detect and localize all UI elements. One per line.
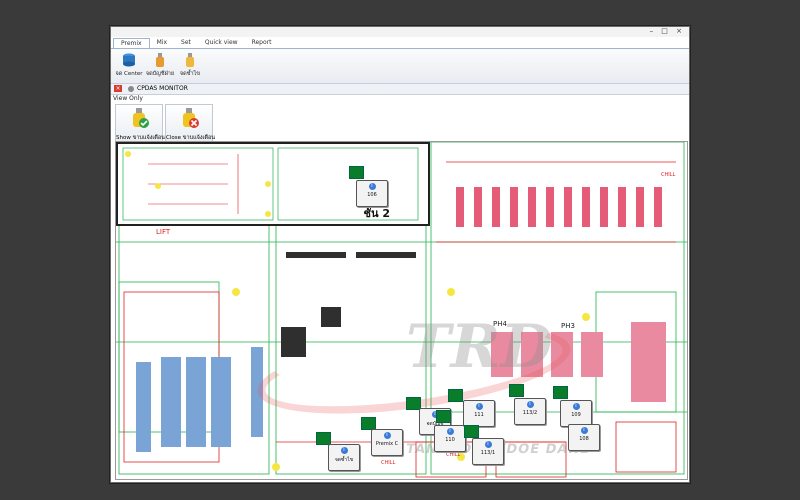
machine-bubble-109[interactable]: i 109	[560, 400, 592, 427]
monitor-icon	[128, 86, 134, 92]
map-label-chill-1: CHILL	[661, 172, 676, 178]
tab-report[interactable]: Report	[245, 38, 279, 48]
floor2-inset: ชั้น 2 i 106	[116, 142, 430, 226]
show-alert-button[interactable]: Show ขาบแจ้งเตือน	[115, 104, 165, 142]
tab-mix[interactable]: Mix	[150, 38, 174, 48]
machine-bubble-108[interactable]: i 108	[568, 424, 600, 451]
alert-marker[interactable]	[509, 384, 524, 397]
machine-bubble-113-1[interactable]: i 113/1	[472, 438, 504, 465]
db-icon	[123, 53, 135, 67]
repeat-button[interactable]: จดซ้ำไข	[175, 51, 205, 81]
view-only-label: View Only	[113, 95, 143, 102]
alert-marker[interactable]	[448, 389, 463, 402]
subwindow-title: CPDAS MONITOR	[137, 85, 188, 92]
info-icon: i	[383, 432, 391, 439]
tab-quick-view[interactable]: Quick view	[198, 38, 245, 48]
info-icon: i	[475, 403, 483, 410]
info-icon: i	[580, 427, 588, 434]
info-icon: i	[484, 441, 492, 448]
info-icon: i	[446, 428, 454, 435]
map-label-ph4: PH4	[493, 320, 507, 328]
window-controls[interactable]: – □ ×	[650, 27, 685, 35]
bottle-icon	[186, 53, 194, 67]
ribbon-tabs: Premix Mix Set Quick view Report	[113, 38, 278, 48]
info-icon: i	[340, 447, 348, 454]
ribbon: จด Center จดบัญชีฝ่าย จดซ้ำไข	[111, 48, 689, 84]
alert-marker[interactable]	[349, 166, 364, 179]
account-button[interactable]: จดบัญชีฝ่าย	[145, 51, 175, 81]
bottle-icon	[156, 53, 164, 67]
factory-floor-map: TRD TANKAOMEYDOE DANE LIFT PH4 PH3 CHILL…	[115, 141, 688, 480]
tab-premix[interactable]: Premix	[113, 38, 150, 48]
tab-set[interactable]: Set	[174, 38, 198, 48]
map-label-lift: LIFT	[156, 228, 171, 236]
title-bar: – □ ×	[111, 27, 689, 37]
machine-bubble-111[interactable]: i 111	[463, 400, 495, 427]
alert-marker[interactable]	[436, 410, 451, 423]
check-bottle-icon	[133, 108, 149, 128]
alert-toolbar: Show ขาบแจ้งเตือน Close ขาบแจ้งเตือน	[115, 104, 215, 142]
close-alert-button[interactable]: Close ขาบแจ้งเตือน	[165, 104, 215, 142]
map-label-chill-2: CHILL	[381, 460, 396, 466]
machine-bubble-106[interactable]: i 106	[356, 180, 388, 207]
app-window: – □ × Premix Mix Set Quick view Report จ…	[110, 26, 690, 483]
center-button[interactable]: จด Center	[114, 51, 144, 81]
cross-bottle-icon	[183, 108, 199, 128]
info-icon: i	[368, 183, 376, 190]
machine-bubble-repeat[interactable]: i จดซ้ำไข	[328, 444, 360, 471]
info-icon: i	[526, 401, 534, 408]
subwindow-header: × CPDAS MONITOR	[111, 84, 689, 95]
close-icon[interactable]: ×	[114, 85, 122, 92]
machine-bubble-premix-c[interactable]: i Premix C	[371, 429, 403, 456]
watermark-logo: TRD	[406, 312, 553, 382]
alert-marker[interactable]	[553, 386, 568, 399]
map-label-ph3: PH3	[561, 322, 575, 330]
map-label-chill-3: CHILL	[446, 452, 461, 458]
info-icon: i	[572, 403, 580, 410]
machine-bubble-113-2[interactable]: i 113/2	[514, 398, 546, 425]
alert-marker[interactable]	[464, 425, 479, 438]
machine-bubble-110[interactable]: i 110	[434, 425, 466, 452]
